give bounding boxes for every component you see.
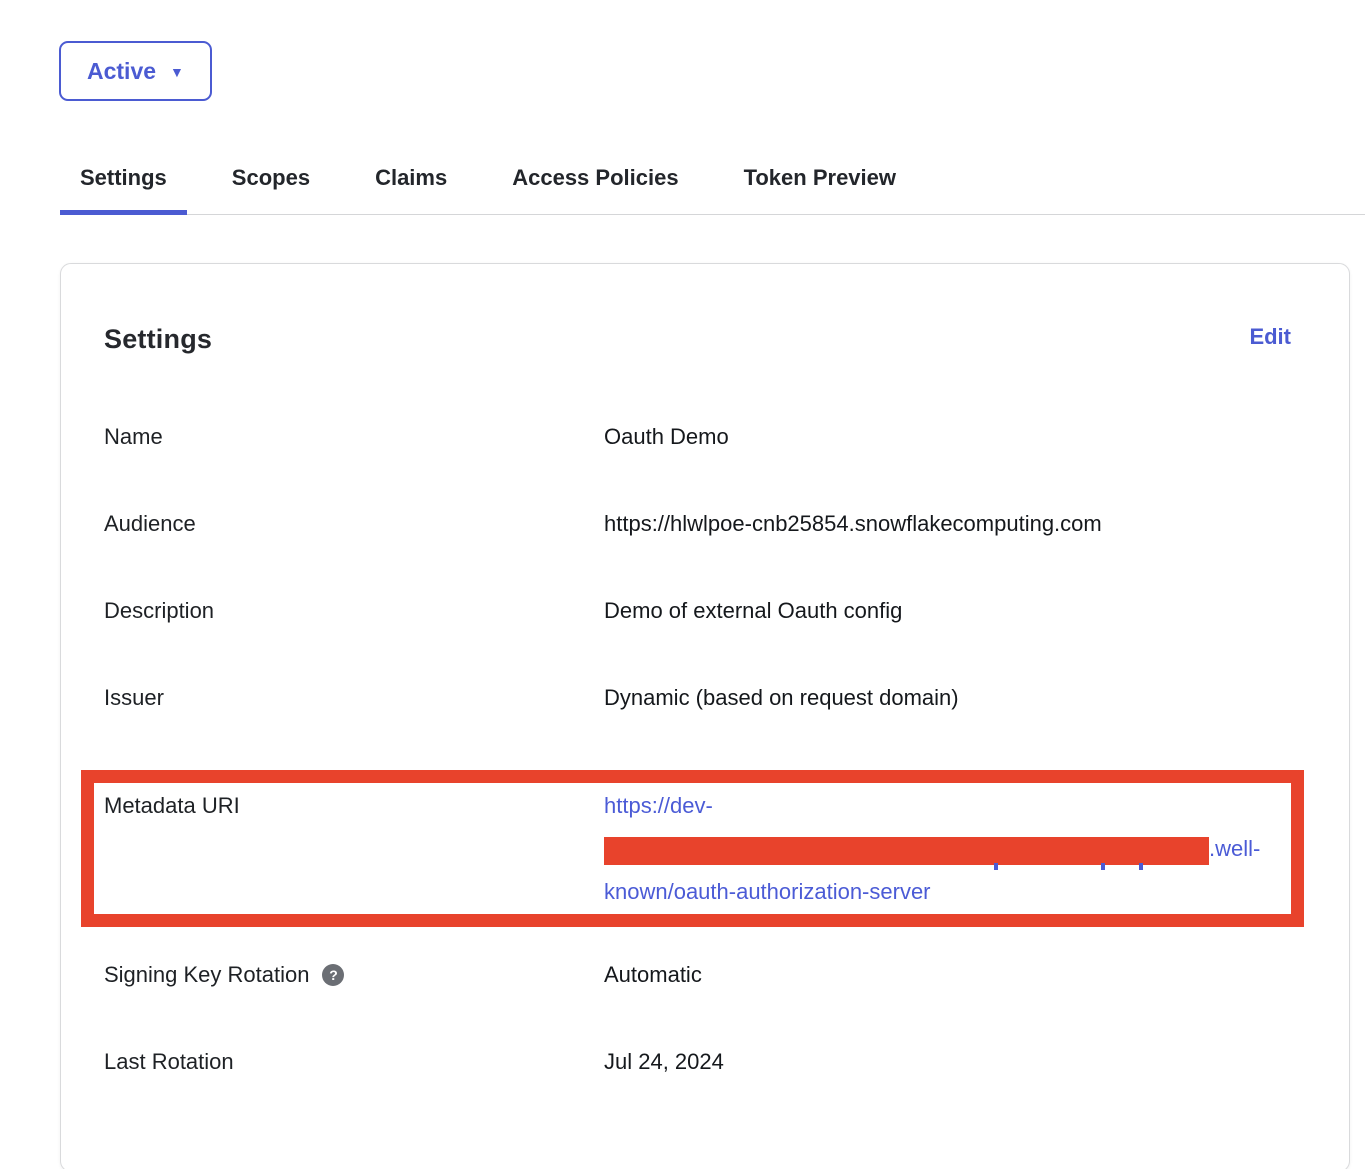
card-title: Settings: [104, 322, 212, 356]
field-row-description: Description Demo of external Oauth confi…: [104, 596, 1304, 626]
chevron-down-icon: ▼: [170, 64, 184, 80]
field-value: Demo of external Oauth config: [604, 596, 1304, 626]
metadata-uri-line1: https://dev-: [604, 793, 713, 818]
oauth-server-settings-page: Active ▼ Settings Scopes Claims Access P…: [0, 0, 1365, 1169]
field-label: Last Rotation: [104, 1047, 604, 1077]
metadata-uri-annotation-box: Metadata URI https://dev- .well-known/oau…: [81, 770, 1304, 927]
field-value: Automatic: [604, 960, 1304, 990]
field-value: Jul 24, 2024: [604, 1047, 1304, 1077]
tab-access-policies[interactable]: Access Policies: [492, 160, 698, 214]
status-dropdown[interactable]: Active ▼: [59, 41, 212, 101]
metadata-uri-value: https://dev- .well-known/oauth-authorizat…: [604, 784, 1291, 913]
tab-bar: Settings Scopes Claims Access Policies T…: [60, 160, 1365, 215]
tab-claims[interactable]: Claims: [355, 160, 467, 214]
settings-fields: Name Oauth Demo Audience https://hlwlpoe…: [104, 422, 1304, 1077]
field-label: Metadata URI: [104, 784, 604, 913]
field-row-audience: Audience https://hlwlpoe-cnb25854.snowfl…: [104, 509, 1304, 539]
field-label: Description: [104, 596, 604, 626]
field-row-last-rotation: Last Rotation Jul 24, 2024: [104, 1047, 1304, 1077]
metadata-uri-link[interactable]: https://dev- .well-known/oauth-authorizat…: [604, 793, 1260, 904]
field-label: Signing Key Rotation: [104, 960, 309, 990]
settings-card: Settings Edit Name Oauth Demo Audience h…: [60, 263, 1350, 1169]
field-row-signing-key-rotation: Signing Key Rotation ? Automatic: [104, 960, 1304, 990]
redaction-bar: [604, 837, 1209, 865]
field-row-name: Name Oauth Demo: [104, 422, 1304, 452]
field-label: Name: [104, 422, 604, 452]
status-label: Active: [87, 58, 156, 85]
tab-token-preview[interactable]: Token Preview: [724, 160, 916, 214]
field-value: https://hlwlpoe-cnb25854.snowflakecomput…: [604, 509, 1304, 539]
tab-scopes[interactable]: Scopes: [212, 160, 330, 214]
edit-button[interactable]: Edit: [1249, 322, 1291, 352]
field-value: Oauth Demo: [604, 422, 1304, 452]
field-label: Audience: [104, 509, 604, 539]
metadata-uri-line2-suffix: .well-: [1209, 836, 1260, 861]
field-value: Dynamic (based on request domain): [604, 683, 1304, 713]
metadata-uri-line3: known/oauth-authorization-server: [604, 879, 931, 904]
field-row-issuer: Issuer Dynamic (based on request domain): [104, 683, 1304, 713]
card-header: Settings Edit: [104, 322, 1304, 358]
field-label: Issuer: [104, 683, 604, 713]
tab-settings[interactable]: Settings: [60, 160, 187, 214]
help-icon[interactable]: ?: [322, 964, 344, 986]
